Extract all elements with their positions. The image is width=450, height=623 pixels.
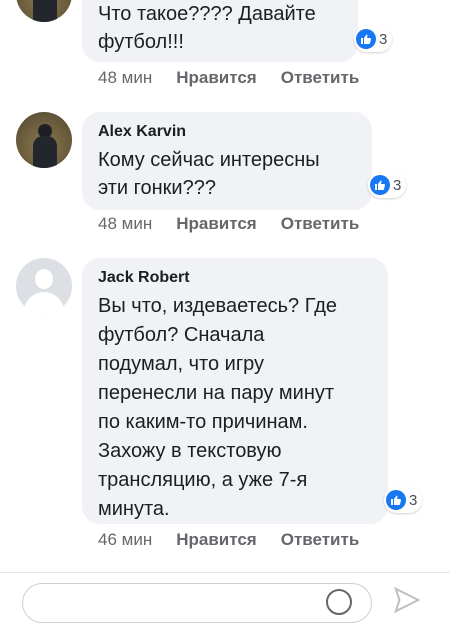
avatar[interactable] (16, 0, 72, 22)
reaction-badge[interactable]: 3 (368, 172, 407, 198)
comment-composer (0, 572, 450, 623)
thumbs-up-icon (386, 490, 406, 510)
reply-button[interactable]: Ответить (281, 68, 360, 88)
comment-bubble: Jack Robert Вы что, издеваетесь? Где фут… (82, 258, 388, 524)
reaction-count: 3 (409, 491, 418, 509)
reaction-badge[interactable]: 3 (384, 487, 423, 513)
comment-input[interactable] (22, 583, 372, 623)
comment-bubble: Что такое???? Давайте футбол!!! (82, 0, 358, 62)
comment-text: Вы что, издеваетесь? Где футбол? Сначала… (98, 295, 337, 520)
avatar[interactable] (16, 112, 72, 168)
comment-time[interactable]: 48 мин (98, 68, 152, 88)
reply-button[interactable]: Ответить (281, 530, 360, 550)
comment-text: Что такое???? Давайте футбол!!! (98, 3, 316, 53)
thumbs-up-icon (356, 29, 376, 49)
like-button[interactable]: Нравится (176, 214, 257, 234)
thumbs-up-icon (370, 175, 390, 195)
reaction-badge[interactable]: 3 (354, 26, 393, 52)
reaction-count: 3 (379, 30, 388, 48)
comment-actions: 48 мин Нравится Ответить (98, 214, 383, 234)
comment-author[interactable]: Alex Karvin (98, 122, 358, 142)
comment-actions: 48 мин Нравится Ответить (98, 68, 383, 88)
reply-button[interactable]: Ответить (281, 214, 360, 234)
send-icon[interactable] (392, 585, 422, 620)
avatar[interactable] (16, 258, 72, 314)
comment-time[interactable]: 46 мин (98, 530, 152, 550)
comment-text: Кому сейчас интересны эти гонки??? (98, 149, 320, 199)
reaction-count: 3 (393, 176, 402, 194)
comment-time[interactable]: 48 мин (98, 214, 152, 234)
comment-actions: 46 мин Нравится Ответить (98, 530, 383, 550)
like-button[interactable]: Нравится (176, 530, 257, 550)
comment-bubble: Alex Karvin Кому сейчас интересны эти го… (82, 112, 372, 210)
comment-author[interactable]: Jack Robert (98, 268, 374, 288)
like-button[interactable]: Нравится (176, 68, 257, 88)
emoji-icon[interactable] (326, 589, 352, 615)
